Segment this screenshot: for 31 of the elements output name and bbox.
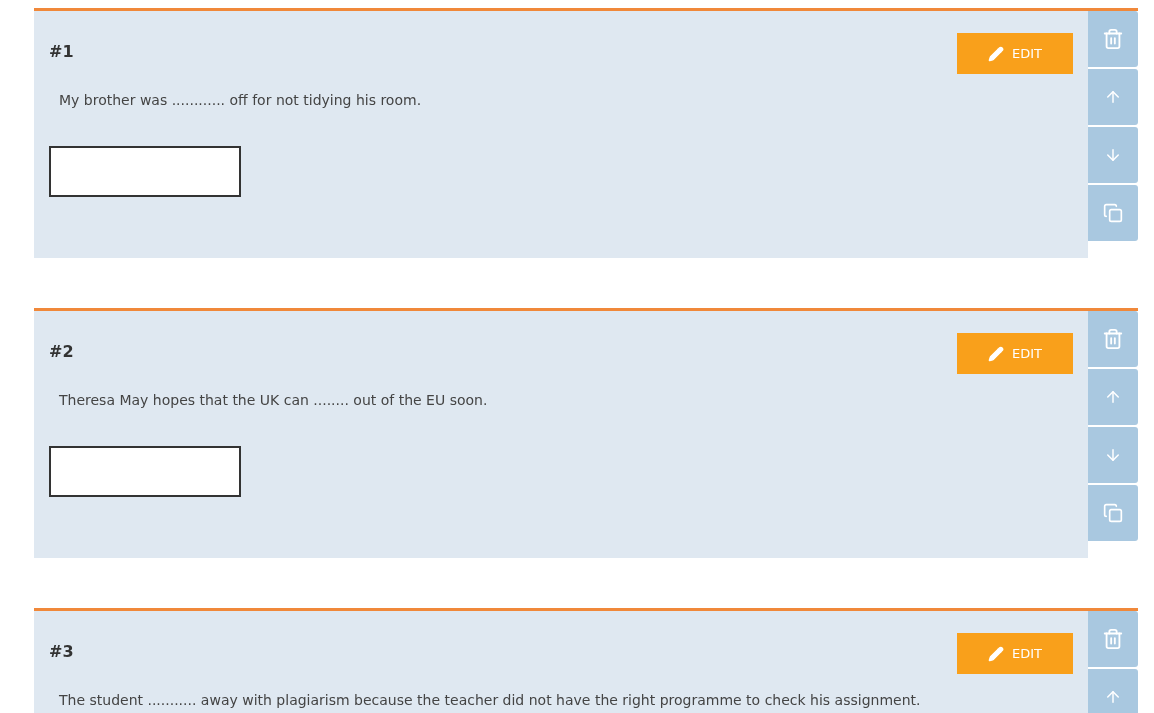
edit-button[interactable]: EDIT bbox=[957, 633, 1073, 674]
copy-icon bbox=[1103, 203, 1123, 223]
arrow-down-icon bbox=[1104, 446, 1122, 464]
move-up-button[interactable] bbox=[1088, 69, 1138, 125]
arrow-down-icon bbox=[1104, 146, 1122, 164]
move-up-button[interactable] bbox=[1088, 669, 1138, 713]
question-text: My brother was ............ off for not tidying his room. bbox=[59, 92, 423, 108]
delete-button[interactable] bbox=[1088, 611, 1138, 667]
trash-icon bbox=[1102, 28, 1124, 50]
question-number: #2 bbox=[49, 342, 74, 361]
edit-button[interactable]: EDIT bbox=[957, 33, 1073, 74]
question-number: #3 bbox=[49, 642, 74, 661]
pencil-icon bbox=[988, 45, 1004, 62]
move-down-button[interactable] bbox=[1088, 427, 1138, 483]
delete-button[interactable] bbox=[1088, 11, 1138, 67]
edit-button[interactable]: EDIT bbox=[957, 333, 1073, 374]
answer-field[interactable] bbox=[49, 146, 241, 197]
move-down-button[interactable] bbox=[1088, 127, 1138, 183]
question-number: #1 bbox=[49, 42, 74, 61]
delete-button[interactable] bbox=[1088, 311, 1138, 367]
copy-icon bbox=[1103, 503, 1123, 523]
duplicate-button[interactable] bbox=[1088, 485, 1138, 541]
trash-icon bbox=[1102, 628, 1124, 650]
move-up-button[interactable] bbox=[1088, 369, 1138, 425]
duplicate-button[interactable] bbox=[1088, 185, 1138, 241]
trash-icon bbox=[1102, 328, 1124, 350]
question-text: Theresa May hopes that the UK can ........ out of the EU soon. bbox=[59, 392, 489, 408]
answer-field[interactable] bbox=[49, 446, 241, 497]
question-text: The student ........... away with plagiarism because the teacher did not have the right programme to check his assignment. bbox=[59, 692, 922, 708]
pencil-icon bbox=[988, 645, 1004, 662]
pencil-icon bbox=[988, 345, 1004, 362]
